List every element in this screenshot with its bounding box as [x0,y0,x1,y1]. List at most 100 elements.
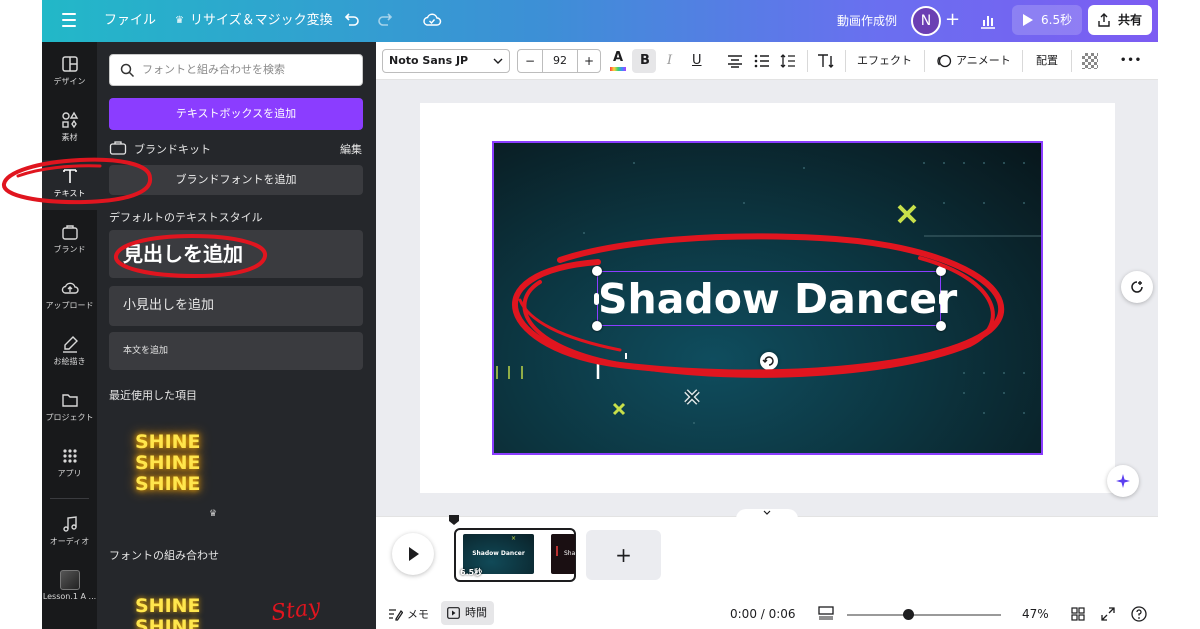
combo-stay-template[interactable]: Stay [257,590,357,629]
resize-handle[interactable] [936,266,946,276]
bold-button[interactable]: B [632,49,656,73]
timeline-play-button[interactable] [392,533,434,575]
play-icon [1023,14,1033,26]
analytics-icon[interactable] [979,12,997,30]
video-frame[interactable]: Shadow Dancer [492,141,1043,455]
clip-cross-decor: × [511,535,517,542]
share-label: 共有 [1118,13,1143,27]
crown-icon: ♛ [175,15,184,26]
toolbar-divider [924,50,925,72]
add-page-plus-icon: + [615,543,632,567]
timing-button[interactable]: 時間 [441,601,494,625]
zoom-level[interactable]: 47% [1022,607,1049,621]
add-subheading-label: 小見出しを追加 [123,298,215,313]
project-title[interactable]: 動画作成例 [837,0,897,42]
text-toolbar: Noto Sans JP − 92 + A B I U エフェクト アニメート … [376,42,1158,80]
rail-item-audio[interactable]: オーディオ [42,508,97,558]
font-size-decrease[interactable]: − [518,50,542,72]
font-search-input[interactable]: フォントと組み合わせを検索 [109,54,363,86]
edit-link[interactable]: 編集 [340,141,362,157]
recent-shine-template[interactable]: SHINE SHINE SHINE ♛ [109,414,227,524]
transparency-icon[interactable] [1082,53,1098,69]
share-icon [1098,13,1110,27]
rail-item-draw[interactable]: お絵描き [42,328,97,378]
page-view-icon[interactable] [818,606,834,620]
rail-item-brand[interactable]: ブランド [42,216,97,266]
rail-label: オーディオ [49,537,90,546]
elements-icon [61,111,78,129]
refresh-comment-button[interactable] [1121,271,1153,303]
add-heading-button[interactable]: 見出しを追加 [109,230,363,278]
side-handle[interactable] [939,293,944,305]
chevron-down-icon [493,58,503,64]
rail-item-design[interactable]: デザイン [42,48,97,98]
cloud-saved-icon[interactable] [422,11,442,29]
resize-handle[interactable] [936,321,946,331]
undo-icon[interactable] [342,11,360,29]
combo-shine-template[interactable]: SHINE SHINE [109,590,227,629]
rail-item-elements[interactable]: 素材 [42,104,97,154]
zoom-slider-thumb[interactable] [903,609,914,620]
present-play-button[interactable]: 6.5秒 [1012,5,1082,35]
resize-handle[interactable] [592,321,602,331]
magic-assistant-button[interactable] [1107,465,1139,497]
fullscreen-icon[interactable] [1101,607,1115,621]
rail-item-text[interactable]: テキスト [42,160,97,210]
avatar[interactable]: N [911,6,941,36]
underline-button[interactable]: U [692,42,702,80]
line-spacing-icon[interactable] [780,53,796,69]
text-color-button[interactable]: A [609,50,627,72]
resize-handle[interactable] [592,266,602,276]
font-size-increase[interactable]: + [578,50,600,72]
rail-label: アプリ [57,469,82,478]
notes-button[interactable]: メモ [407,606,429,622]
menu-icon[interactable] [62,13,76,27]
playhead-icon[interactable] [449,515,459,527]
rail-item-upload[interactable]: アップロード [42,272,97,322]
combo-shine-text: SHINE SHINE [135,595,201,629]
rail-divider [50,498,89,499]
heading-text[interactable]: Shadow Dancer [598,272,957,327]
add-textbox-button[interactable]: テキストボックスを追加 [109,98,363,130]
rail-item-projects[interactable]: プロジェクト [42,384,97,434]
top-bar: ファイル ♛ リサイズ＆マジック変換 動画作成例 N + 6.5秒 共有 [42,0,1158,42]
upload-icon [61,282,79,294]
share-button[interactable]: 共有 [1088,5,1152,35]
font-size-value[interactable]: 92 [543,50,577,72]
font-name: Noto Sans JP [389,54,469,67]
color-rainbow-bar [610,67,626,71]
list-icon[interactable] [754,54,770,68]
selected-text-box[interactable]: Shadow Dancer [597,271,957,327]
add-brand-font-button[interactable]: ブランドフォントを追加 [109,165,363,195]
rail-item-apps[interactable]: アプリ [42,440,97,490]
rail-item-lesson[interactable]: Lesson.1 A ... [42,564,97,614]
add-subheading-button[interactable]: 小見出しを追加 [109,286,363,326]
app-window: ファイル ♛ リサイズ＆マジック変換 動画作成例 N + 6.5秒 共有 デザイ… [0,0,1200,629]
toolbar-divider [845,50,846,72]
rotate-handle[interactable] [760,352,778,370]
help-icon[interactable] [1131,606,1147,622]
invite-plus-icon[interactable]: + [945,0,960,42]
timeline-clip[interactable]: Shadow Dancer × Sha 6.5秒 [454,528,576,582]
redo-icon[interactable] [377,11,395,29]
timeline-collapse-tab[interactable] [736,509,798,519]
resize-magic-button[interactable]: リサイズ＆マジック変換 [190,0,333,42]
add-page-button[interactable]: + [586,530,661,580]
rail-label: Lesson.1 A ... [42,592,97,601]
more-options-icon[interactable]: ••• [1120,42,1142,80]
side-handle[interactable] [594,293,599,305]
vertical-text-icon[interactable] [817,53,835,69]
animate-icon [937,54,952,68]
font-family-select[interactable]: Noto Sans JP [382,49,510,73]
add-body-button[interactable]: 本文を追加 [109,332,363,370]
file-menu[interactable]: ファイル [104,0,156,42]
italic-button[interactable]: I [667,42,672,80]
zoom-slider[interactable] [847,614,1001,616]
animate-button[interactable]: アニメート [956,42,1011,80]
font-size-stepper[interactable]: − 92 + [517,49,601,73]
play-duration: 6.5秒 [1041,13,1073,27]
effects-button[interactable]: エフェクト [857,42,912,80]
position-button[interactable]: 配置 [1036,42,1058,80]
align-center-icon[interactable] [727,54,743,68]
grid-view-icon[interactable] [1071,607,1085,621]
